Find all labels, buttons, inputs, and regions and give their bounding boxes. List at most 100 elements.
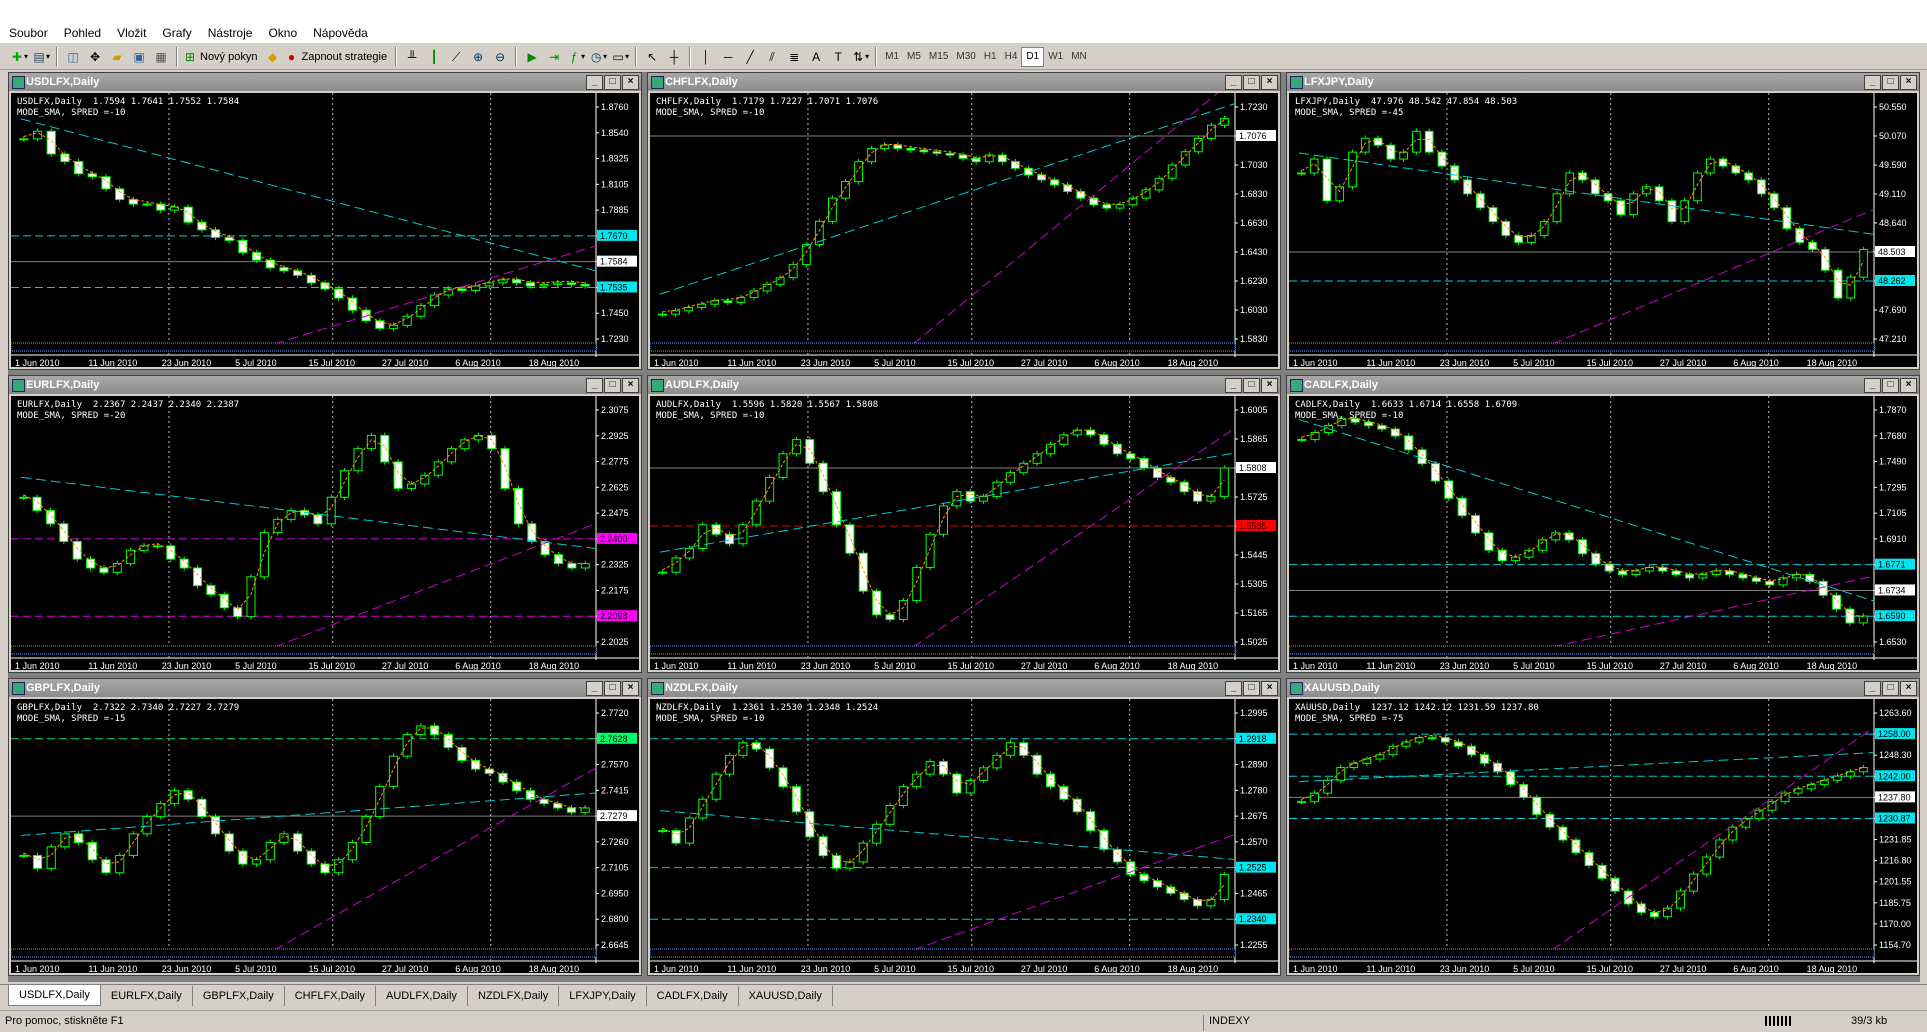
trendline-button[interactable]: ╱ bbox=[740, 47, 760, 67]
channel-line[interactable] bbox=[912, 93, 1235, 345]
chart-canvas[interactable]: 1.7870 1.7680 1.7490 1.7295 1.7105 1.6910 1.67… bbox=[1289, 396, 1917, 670]
chart-window[interactable]: LFXJPY,Daily _ □ × 50.550 50.070 49.590 49.110 4… bbox=[1286, 72, 1920, 370]
status-profile[interactable]: INDEXY bbox=[1203, 1015, 1250, 1031]
timeframe-h1[interactable]: H1 bbox=[980, 48, 1001, 66]
chart-window[interactable]: AUDLFX,Daily_□× 1.60051.58651.58081.57251… bbox=[647, 375, 1281, 673]
chart-window-title[interactable]: EURLFX,Daily _ □ × bbox=[9, 376, 641, 394]
chart-window[interactable]: XAUUSD,Daily _□× 1263.60 1258.00 1248.30 1242… bbox=[1286, 678, 1920, 976]
maximize-button[interactable]: □ bbox=[1882, 75, 1899, 90]
minimize-button[interactable]: _ bbox=[1225, 75, 1242, 90]
chart-canvas[interactable]: 1.7230 1.7076 1.7030 1.6830 1.6630 1.6430 1.62… bbox=[650, 93, 1278, 367]
channel-line[interactable] bbox=[274, 245, 597, 345]
chart-tab[interactable]: LFXJPY,Daily bbox=[559, 986, 647, 1006]
chart-window[interactable]: GBPLFX,Daily_□×2.77202.76282.75702.74152… bbox=[8, 678, 642, 976]
chart-canvas[interactable]: 2.3075 2.2925 2.2775 2.2625 2.2475 2.2400 2.23… bbox=[11, 396, 639, 670]
channel-line[interactable] bbox=[274, 767, 597, 951]
chart-window-title[interactable]: CADLFX,Daily _ □ × bbox=[1287, 376, 1919, 394]
timeframe-mn[interactable]: MN bbox=[1067, 48, 1091, 66]
chart-window-title[interactable]: AUDLFX,Daily _ □ × bbox=[648, 376, 1280, 394]
timeframe-m5[interactable]: M5 bbox=[903, 48, 925, 66]
channel-line[interactable] bbox=[912, 427, 1236, 648]
periods-button[interactable]: ◷ ▾ bbox=[588, 47, 608, 67]
chart-tab[interactable]: USDLFX,Daily bbox=[8, 985, 101, 1006]
menu-vlozit[interactable]: Vložit bbox=[108, 23, 153, 43]
chart-window[interactable]: NZDLFX,Daily_□×1.29951.29181.28901.27801… bbox=[647, 678, 1281, 976]
close-button[interactable]: × bbox=[622, 378, 639, 393]
minimize-button[interactable]: _ bbox=[1864, 681, 1881, 696]
chart-window-title[interactable]: CHFLFX,Daily _ □ × bbox=[648, 73, 1280, 91]
chart-window-title[interactable]: LFXJPY,Daily _ □ × bbox=[1287, 73, 1919, 91]
chart-window-title[interactable]: XAUUSD,Daily _ □ × bbox=[1287, 679, 1919, 697]
minimize-button[interactable]: _ bbox=[586, 378, 603, 393]
maximize-button[interactable]: □ bbox=[1243, 378, 1260, 393]
timeframe-d1[interactable]: D1 bbox=[1021, 46, 1045, 67]
fibonacci-button[interactable]: ≣ bbox=[784, 47, 804, 67]
chart-tab[interactable]: XAUUSD,Daily bbox=[739, 986, 833, 1006]
close-button[interactable]: × bbox=[1261, 75, 1278, 90]
trend-line[interactable] bbox=[20, 792, 597, 836]
timeframe-w1[interactable]: W1 bbox=[1044, 48, 1067, 66]
bar-chart-button[interactable]: ╨ bbox=[402, 47, 422, 67]
data-window-button[interactable]: ✥ bbox=[85, 47, 105, 67]
metaeditor-button[interactable]: ◆ bbox=[262, 47, 282, 67]
chart-window[interactable]: CHFLFX,Daily_□× 1.72301.70761.70301.68301… bbox=[647, 72, 1281, 370]
zoom-out-button[interactable]: ⊖ bbox=[490, 47, 510, 67]
indicators-button[interactable]: ƒ ▾ bbox=[566, 47, 586, 67]
maximize-button[interactable]: □ bbox=[1882, 378, 1899, 393]
chart-tab[interactable]: NZDLFX,Daily bbox=[468, 986, 560, 1006]
trend-line[interactable] bbox=[659, 103, 1236, 295]
timeframe-m15[interactable]: M15 bbox=[925, 48, 952, 66]
chart-window-title[interactable]: USDLFX,Daily _ □ × bbox=[9, 73, 641, 91]
trend-line[interactable] bbox=[1298, 418, 1875, 602]
close-button[interactable]: × bbox=[1900, 378, 1917, 393]
new-order-button[interactable]: ⊞ Nový pokyn bbox=[183, 47, 260, 67]
chart-canvas[interactable]: 1263.60 1258.00 1248.30 1242.00 1237.80 1230.… bbox=[1289, 699, 1917, 973]
maximize-button[interactable]: □ bbox=[604, 75, 621, 90]
menu-soubor[interactable]: Soubor bbox=[0, 23, 55, 43]
maximize-button[interactable]: □ bbox=[1882, 681, 1899, 696]
chart-canvas[interactable]: 1.6005 1.5865 1.5808 1.5725 1.5585 1.5445 1.53… bbox=[650, 396, 1278, 670]
timeframe-m1[interactable]: M1 bbox=[881, 48, 903, 66]
arrows-button[interactable]: ⇅ ▾ bbox=[850, 47, 870, 67]
text-button[interactable]: A bbox=[806, 47, 826, 67]
close-button[interactable]: × bbox=[622, 681, 639, 696]
autoscroll-button[interactable]: ▶ bbox=[522, 47, 542, 67]
menu-grafy[interactable]: Grafy bbox=[153, 23, 198, 43]
timeframe-h4[interactable]: H4 bbox=[1001, 48, 1022, 66]
minimize-button[interactable]: _ bbox=[1864, 75, 1881, 90]
chart-window[interactable]: USDLFX,Daily _ □ × 1.8760 1.8540 1.8325 1.8105 1… bbox=[8, 72, 642, 370]
channel-line[interactable] bbox=[274, 523, 597, 648]
trend-line[interactable] bbox=[20, 476, 597, 550]
trend-line[interactable] bbox=[20, 118, 597, 272]
menu-napoveda[interactable]: Nápověda bbox=[304, 23, 375, 43]
chart-canvas[interactable]: 1.2995 1.2918 1.2890 1.2780 1.2675 1.2570 1.25… bbox=[650, 699, 1278, 973]
channel-button[interactable]: ⫽ bbox=[762, 47, 782, 67]
menu-nastroje[interactable]: Nástroje bbox=[199, 23, 260, 43]
profiles-button[interactable]: ▤ ▾ bbox=[31, 47, 51, 67]
maximize-button[interactable]: □ bbox=[1243, 75, 1260, 90]
minimize-button[interactable]: _ bbox=[1225, 681, 1242, 696]
trend-line[interactable] bbox=[1298, 752, 1875, 783]
chart-canvas[interactable]: 1.8760 1.8540 1.8325 1.8105 1.7885 1.7670 1.75… bbox=[11, 93, 639, 367]
candle-chart-button[interactable]: ┃ bbox=[424, 47, 444, 67]
channel-line[interactable] bbox=[913, 833, 1236, 951]
maximize-button[interactable]: □ bbox=[1243, 681, 1260, 696]
chart-canvas[interactable]: 2.7720 2.7628 2.7570 2.7415 2.7279 2.7260 2.71… bbox=[11, 699, 639, 973]
minimize-button[interactable]: _ bbox=[1225, 378, 1242, 393]
trend-line[interactable] bbox=[659, 810, 1236, 860]
close-button[interactable]: × bbox=[1261, 378, 1278, 393]
maximize-button[interactable]: □ bbox=[604, 681, 621, 696]
chart-tab[interactable]: AUDLFX,Daily bbox=[376, 986, 468, 1006]
horizontal-line-button[interactable]: ─ bbox=[718, 47, 738, 67]
chart-tab[interactable]: CHFLFX,Daily bbox=[285, 986, 377, 1006]
menu-pohled[interactable]: Pohled bbox=[55, 23, 108, 43]
chart-tab[interactable]: CADLFX,Daily bbox=[647, 986, 739, 1006]
templates-button[interactable]: ▭ ▾ bbox=[610, 47, 630, 67]
chart-canvas[interactable]: 50.550 50.070 49.590 49.110 48.640 48.503 48.2… bbox=[1289, 93, 1917, 367]
chart-tab[interactable]: GBPLFX,Daily bbox=[193, 986, 285, 1006]
vertical-line-button[interactable]: │ bbox=[696, 47, 716, 67]
minimize-button[interactable]: _ bbox=[586, 75, 603, 90]
chart-shift-button[interactable]: ⇥ bbox=[544, 47, 564, 67]
channel-line[interactable] bbox=[1552, 208, 1875, 345]
tester-button[interactable]: ▦ bbox=[151, 47, 171, 67]
